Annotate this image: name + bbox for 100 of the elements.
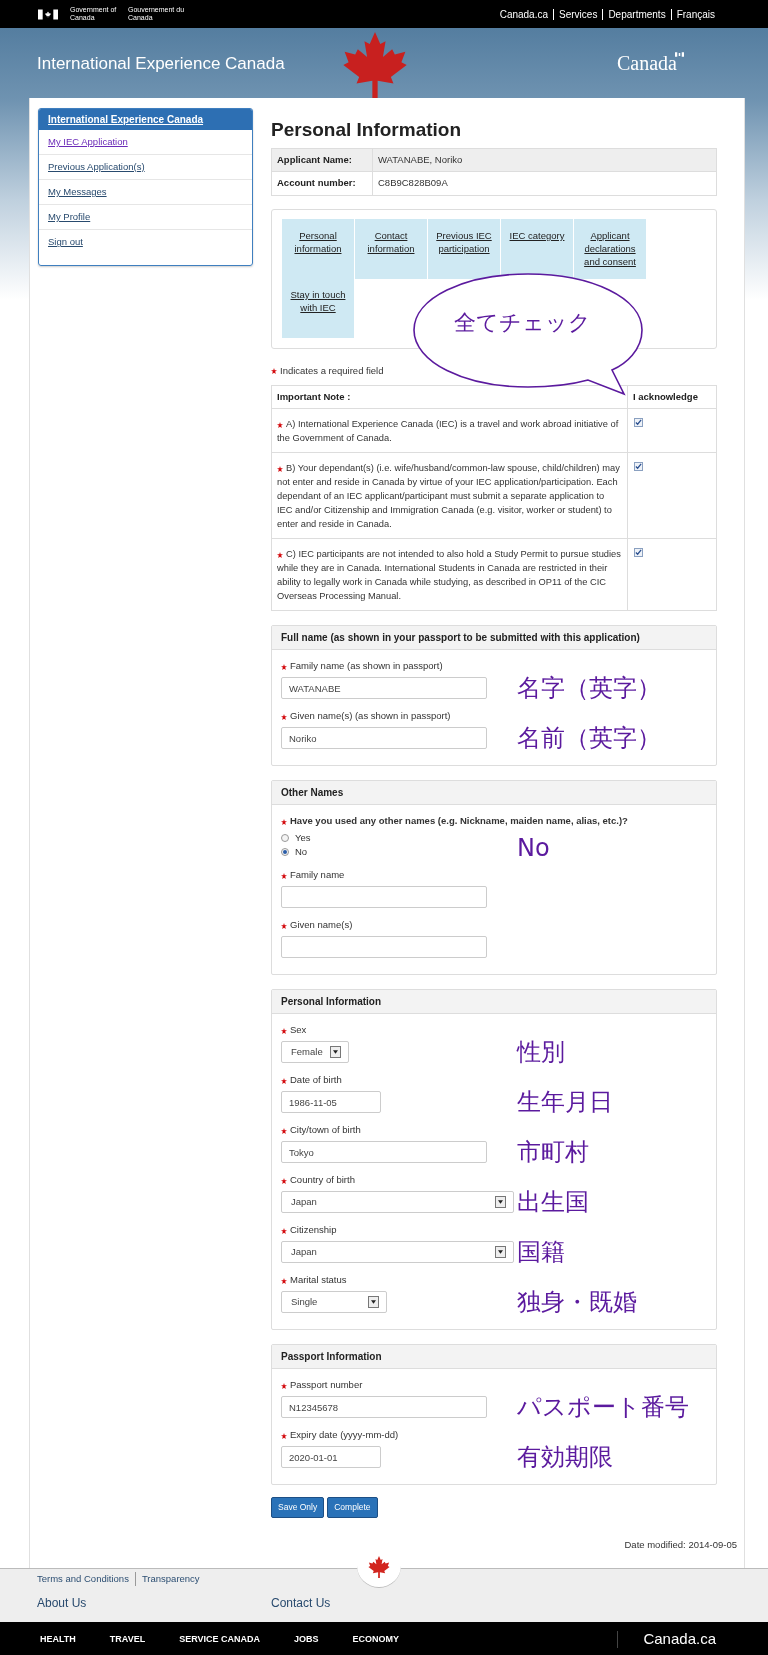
radio-option[interactable]: No [281,846,517,859]
canada-ca-brand: Canada.ca [643,1629,716,1650]
sidebar-link[interactable]: Sign out [48,235,83,250]
field-label: Country of birth [281,1174,517,1187]
sidebar-link[interactable]: My IEC Application [48,134,128,150]
table-cell: Account number: [272,172,373,195]
checkmark-icon [635,549,642,557]
dropdown-toggle[interactable] [330,1046,341,1059]
input-field[interactable]: N12345678 [281,1396,487,1419]
footer-nav-link[interactable]: SERVICE CANADA [179,1632,261,1647]
section-heading: Personal Information [272,990,716,1015]
input-field[interactable]: Noriko [281,727,487,750]
sidebar-link[interactable]: My Messages [48,184,107,200]
annotation: 有効期限 [517,1443,613,1472]
section-heading: Passport Information [272,1345,716,1370]
page-title: Personal Information [271,118,463,142]
radio-option[interactable]: Yes [281,832,517,845]
field-label: Marital status [281,1274,517,1287]
annotation: 名前（英字） [517,724,661,753]
annotation: 名字（英字） [517,674,661,703]
checkbox[interactable] [634,462,643,472]
footer-nav-link[interactable]: HEALTH [40,1632,76,1647]
annotation: 国籍 [517,1238,565,1267]
input-field[interactable]: Tokyo [281,1141,487,1164]
footer-nav-link[interactable]: ECONOMY [352,1632,400,1647]
footer-link[interactable]: Terms and Conditions [37,1572,129,1586]
top-link[interactable]: Services [553,8,603,20]
field-label: Citizenship [281,1224,517,1237]
step-tab[interactable]: Contact information [355,219,427,279]
top-link[interactable]: Canada.ca [494,8,554,20]
sidebar-heading[interactable]: International Experience Canada [39,109,252,130]
select-field[interactable]: Female [281,1041,349,1064]
site-title: International Experience Canada [37,53,285,76]
table-cell-text: C8B9C828B09A [377,176,448,191]
section-heading: Other Names [272,781,716,806]
checkmark-icon [635,463,642,471]
field-label: City/town of birth [281,1124,517,1137]
step-tab[interactable]: Personal information [282,219,354,279]
caret-icon [498,1200,503,1205]
radio-button[interactable] [281,834,289,843]
annotation: No [517,834,550,863]
annotation: 独身・既婚 [517,1288,637,1317]
dropdown-toggle[interactable] [495,1246,506,1259]
column-header: I acknowledge [627,386,698,409]
input-field[interactable]: WATANABE [281,677,487,700]
field-label: Have you used any other names (e.g. Nickname, maiden name, alias, etc.)? [281,815,701,828]
annotation: 出生国 [517,1188,589,1217]
dropdown-toggle[interactable] [368,1296,379,1309]
step-tab[interactable]: Stay in touch with IEC [282,278,354,338]
footer-nav-link[interactable]: TRAVEL [109,1632,146,1647]
field-label: Expiry date (yyyy-mm-dd) [281,1429,517,1442]
canada-wordmark: Canada [617,48,684,78]
top-link[interactable]: Français [670,8,720,20]
input-field[interactable]: 1986-11-05 [281,1091,381,1114]
maple-leaf-icon [368,1555,390,1579]
select-field[interactable]: Japan [281,1241,514,1264]
step-tab[interactable]: Previous IEC participation [428,219,500,279]
field-label: Passport number [281,1379,517,1392]
callout-text: 全てチェック [454,310,591,336]
input-field[interactable]: 2020-01-01 [281,1446,381,1469]
footer-heading-link[interactable]: About Us [37,1594,271,1612]
caret-icon [371,1300,376,1305]
caret-icon [333,1050,338,1055]
flag-icon [38,8,58,20]
select-field[interactable]: Single [281,1291,387,1314]
field-label: Family name (as shown in passport) [281,660,517,673]
input-field[interactable] [281,886,487,909]
required-star-icon [271,368,277,375]
flag-icon [675,52,684,57]
section-heading: Full name (as shown in your passport to be submitted with this application) [272,626,716,651]
sidebar-link[interactable]: Previous Application(s) [48,159,145,175]
step-tab[interactable]: IEC category [501,219,573,279]
top-link[interactable]: Departments [602,8,671,20]
form-button[interactable]: Complete [327,1497,378,1519]
sidebar-link[interactable]: My Profile [48,209,91,225]
field-label: Given name(s) (as shown in passport) [281,710,517,723]
table-cell-text: WATANABE, Noriko [377,152,463,167]
column-header: Important Note : [276,390,352,405]
checkbox[interactable] [634,418,643,428]
footer-heading-link[interactable]: Contact Us [271,1594,505,1612]
footer-link[interactable]: Transparency [134,1572,200,1586]
checkbox[interactable] [634,548,643,558]
annotation: 性別 [517,1038,565,1067]
field-label: Sex [281,1024,517,1037]
field-label: Given name(s) [281,919,517,932]
checkmark-icon [635,419,642,427]
table-cell: Applicant Name: [272,149,373,171]
input-field[interactable] [281,936,487,959]
annotation: パスポート番号 [517,1393,689,1422]
form-button[interactable]: Save Only [271,1497,325,1519]
required-note: Indicates a required field [271,364,717,379]
dropdown-toggle[interactable] [495,1196,506,1209]
field-label: Date of birth [281,1074,517,1087]
footer-nav-link[interactable]: JOBS [294,1632,319,1647]
step-tab[interactable]: Applicant declarations and consent [574,219,646,279]
note-text: C) IEC participants are not intended to also hold a Study Permit to pursue studies while they are in Canada. International Students in Canada are restricted in their ability to legally work in Canada while studying, as described in OP11 of the CIC Overseas Processing Manual. [277,548,622,604]
select-field[interactable]: Japan [281,1191,514,1214]
note-text: B) Your dependant(s) (i.e. wife/husband/common-law spouse, child/children) may not enter and reside in Canada by virtue of your IEC application/participation. Each dependant of an IEC applicant/participant must submit a separate application to IEC and/or Citizenship and Immigration Canada (e.g. visitor, worker or student) to enter and reside in Canada. [277,462,621,532]
maple-leaf-icon [342,30,408,100]
radio-button[interactable] [281,848,289,857]
